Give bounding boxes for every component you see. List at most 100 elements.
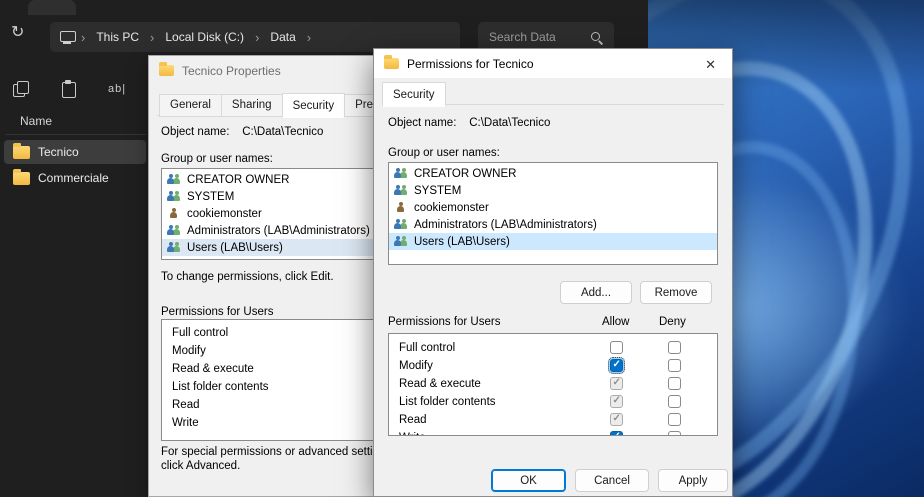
group-item-cookiemonster[interactable]: cookiemonster [389, 199, 717, 216]
group-icon [167, 242, 182, 254]
permission-name: Read [172, 399, 200, 411]
permission-name: Full control [172, 327, 228, 339]
tab-sharing[interactable]: Sharing [221, 94, 283, 117]
permission-name: Full control [399, 342, 455, 354]
allow-checkbox[interactable] [610, 431, 623, 436]
group-list[interactable]: CREATOR OWNER SYSTEM cookiemonster Admin… [388, 162, 718, 265]
permissions-dialog: Permissions for Tecnico ✕ Security Objec… [373, 48, 733, 497]
search-icon [590, 31, 603, 44]
permission-row-read-execute: Read & execute [389, 375, 717, 393]
permission-row-read: Read [389, 411, 717, 429]
group-item-users[interactable]: Users (LAB\Users) [389, 233, 717, 250]
folder-icon [13, 146, 30, 159]
group-name: Users (LAB\Users) [414, 236, 510, 248]
permissions-label: Permissions for Users [388, 316, 500, 328]
advanced-hint-line2: click Advanced. [161, 460, 240, 472]
ok-button[interactable]: OK [491, 469, 566, 492]
allow-checkbox[interactable] [610, 395, 623, 408]
deny-checkbox[interactable] [668, 359, 681, 372]
refresh-icon[interactable]: ↻ [11, 25, 24, 41]
object-name-value: C:\Data\Tecnico [469, 117, 550, 129]
breadcrumb-chevron-icon[interactable]: › [305, 30, 313, 45]
tab-security[interactable]: Security [282, 93, 346, 118]
breadcrumb-chevron-icon[interactable]: › [79, 30, 87, 45]
permissions-label: Permissions for Users [161, 306, 273, 318]
explorer-tab[interactable] [28, 0, 76, 15]
tab-general[interactable]: General [159, 94, 222, 117]
tab-security[interactable]: Security [382, 82, 446, 107]
group-name: Administrators (LAB\Administrators) [414, 219, 597, 231]
permission-row-list-folder-contents: List folder contents [389, 393, 717, 411]
deny-checkbox[interactable] [668, 377, 681, 390]
add-button[interactable]: Add... [560, 281, 632, 304]
permission-name: List folder contents [172, 381, 269, 393]
permission-name: Read & execute [399, 378, 481, 390]
copy-icon[interactable] [12, 80, 30, 98]
group-name: cookiemonster [187, 208, 262, 220]
group-icon [394, 185, 409, 197]
remove-button[interactable]: Remove [640, 281, 712, 304]
group-item-administrators[interactable]: Administrators (LAB\Administrators) [389, 216, 717, 233]
deny-column-header: Deny [659, 316, 686, 328]
groups-label: Group or user names: [388, 147, 500, 159]
permission-row-modify: Modify [389, 357, 717, 375]
file-name: Tecnico [38, 145, 79, 159]
paste-icon[interactable] [60, 80, 78, 98]
edit-hint: To change permissions, click Edit. [161, 271, 334, 283]
permission-name: Modify [172, 345, 206, 357]
group-name: Users (LAB\Users) [187, 242, 283, 254]
this-pc-icon [60, 31, 75, 44]
deny-checkbox[interactable] [668, 413, 681, 426]
permission-name: Write [172, 417, 199, 429]
permission-row-full-control: Full control [389, 339, 717, 357]
allow-checkbox[interactable] [610, 377, 623, 390]
dialog-folder-icon [159, 65, 174, 76]
permission-name: Modify [399, 360, 433, 372]
permission-name: Write [399, 432, 426, 436]
cancel-button[interactable]: Cancel [575, 469, 649, 492]
file-list: Name Tecnico Commerciale [0, 108, 148, 497]
file-row-commerciale[interactable]: Commerciale [4, 166, 146, 190]
group-name: CREATOR OWNER [414, 168, 516, 180]
advanced-hint-line1: For special permissions or advanced sett… [161, 446, 385, 458]
deny-checkbox[interactable] [668, 341, 681, 354]
group-item-system[interactable]: SYSTEM [389, 182, 717, 199]
breadcrumb-this-pc[interactable]: This PC [87, 30, 148, 44]
search-placeholder: Search Data [489, 30, 556, 44]
groups-label: Group or user names: [161, 153, 273, 165]
allow-checkbox[interactable] [610, 413, 623, 426]
object-name-row: Object name: C:\Data\Tecnico [388, 117, 550, 129]
group-name: cookiemonster [414, 202, 489, 214]
allow-column-header: Allow [602, 316, 629, 328]
permission-row-write: Write [389, 429, 717, 436]
group-icon [394, 219, 409, 231]
dialog-title: Permissions for Tecnico [407, 57, 534, 71]
group-item-creator-owner[interactable]: CREATOR OWNER [389, 165, 717, 182]
dialog-folder-icon [384, 58, 399, 69]
dialog-title: Tecnico Properties [182, 64, 281, 78]
apply-button[interactable]: Apply [658, 469, 728, 492]
deny-checkbox[interactable] [668, 395, 681, 408]
permissions-list: Full control Modify Read & execute List … [388, 333, 718, 436]
breadcrumb-data[interactable]: Data [261, 30, 304, 44]
breadcrumb-chevron-icon[interactable]: › [253, 30, 261, 45]
user-icon [167, 208, 182, 220]
column-header-name[interactable]: Name [20, 114, 52, 128]
file-name: Commerciale [38, 171, 109, 185]
desktop: ↻ › This PC › Local Disk (C:) › Data › S… [0, 0, 924, 497]
group-name: CREATOR OWNER [187, 174, 289, 186]
deny-checkbox[interactable] [668, 431, 681, 436]
group-icon [394, 236, 409, 248]
rename-icon[interactable] [108, 80, 126, 98]
user-icon [394, 202, 409, 214]
folder-icon [13, 172, 30, 185]
breadcrumb-local-disk[interactable]: Local Disk (C:) [156, 30, 253, 44]
allow-checkbox[interactable] [610, 341, 623, 354]
permission-name: Read [399, 414, 427, 426]
group-icon [167, 191, 182, 203]
breadcrumb-chevron-icon[interactable]: › [148, 30, 156, 45]
file-row-tecnico[interactable]: Tecnico [4, 140, 146, 164]
permission-name: List folder contents [399, 396, 496, 408]
close-icon[interactable]: ✕ [701, 56, 720, 73]
allow-checkbox[interactable] [610, 359, 623, 372]
